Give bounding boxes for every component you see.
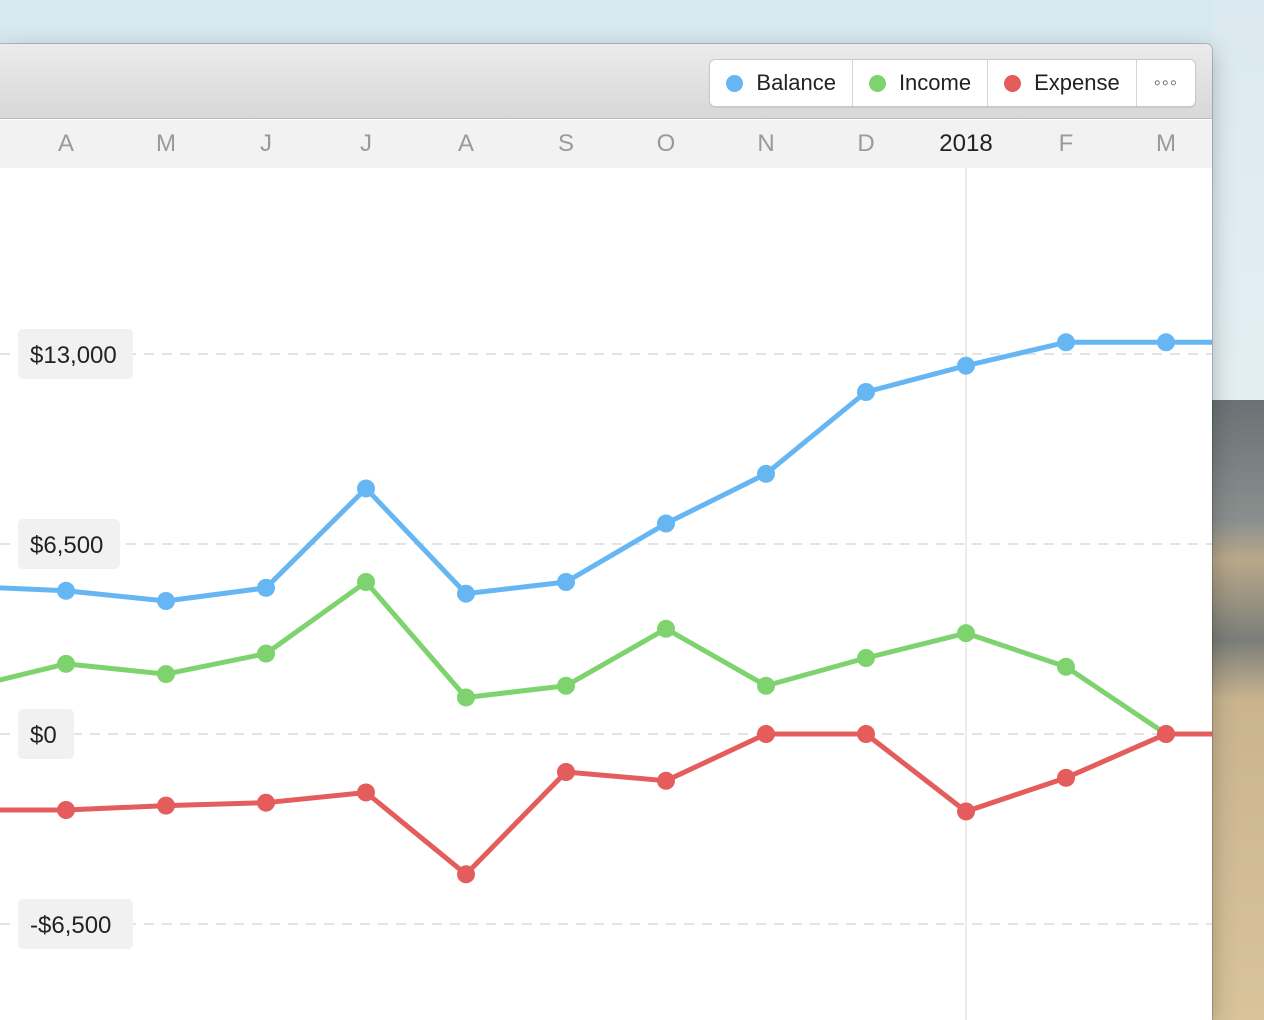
data-point-income bbox=[457, 688, 475, 707]
toggle-expense[interactable]: Expense bbox=[988, 60, 1137, 106]
toggle-balance-label: Balance bbox=[756, 70, 836, 95]
y-tick-label: $0 bbox=[30, 722, 57, 749]
data-point-expense bbox=[957, 802, 975, 821]
data-point-expense bbox=[857, 725, 875, 743]
data-point-balance bbox=[557, 573, 575, 591]
data-point-balance bbox=[1057, 333, 1075, 352]
data-point-balance bbox=[957, 356, 975, 375]
y-tick-label: $6,500 bbox=[30, 532, 103, 559]
timeline-month-bar: A M J J A S O N D 2018 F M bbox=[0, 120, 1212, 168]
data-point-income bbox=[557, 676, 575, 695]
more-options-button[interactable]: ◦◦◦ bbox=[1137, 60, 1195, 106]
window-titlebar: Balance Income Expense ◦◦◦ bbox=[0, 44, 1212, 119]
data-point-balance bbox=[857, 383, 875, 401]
month-label: O bbox=[656, 130, 676, 157]
data-point-expense bbox=[357, 783, 375, 802]
data-point-balance bbox=[457, 584, 475, 603]
data-point-expense bbox=[457, 865, 475, 884]
data-point-balance bbox=[357, 479, 375, 498]
chart-area: $13,000 $6,500 $0 -$6,500 bbox=[0, 168, 1212, 1020]
data-point-income bbox=[57, 654, 75, 673]
data-point-income bbox=[757, 676, 775, 695]
month-label: F bbox=[1058, 130, 1074, 157]
series-line-income bbox=[0, 579, 1169, 737]
month-label: A bbox=[457, 130, 474, 157]
y-tick-label: -$6,500 bbox=[30, 912, 111, 939]
data-point-balance bbox=[1157, 333, 1175, 352]
series-line-expense bbox=[0, 731, 1212, 877]
data-point-expense bbox=[157, 796, 175, 815]
expense-dot-icon bbox=[1004, 74, 1022, 92]
data-point-expense bbox=[1157, 725, 1175, 743]
data-point-income bbox=[957, 624, 975, 643]
desktop-background bbox=[1212, 0, 1264, 1020]
data-point-income bbox=[857, 649, 875, 667]
toggle-expense-label: Expense bbox=[1034, 70, 1120, 95]
data-point-income bbox=[257, 644, 275, 663]
data-point-expense bbox=[1057, 768, 1075, 787]
data-point-income bbox=[157, 665, 175, 684]
month-label: A bbox=[57, 130, 74, 157]
month-label: 2018 bbox=[939, 130, 993, 157]
line-chart: $13,000 $6,500 $0 -$6,500 bbox=[0, 168, 1212, 1020]
series-line-balance bbox=[0, 339, 1212, 604]
series-toggle-control: Balance Income Expense ◦◦◦ bbox=[709, 59, 1196, 107]
data-point-income bbox=[657, 619, 675, 638]
data-point-balance bbox=[257, 578, 275, 597]
data-point-balance bbox=[757, 464, 775, 483]
income-dot-icon bbox=[868, 74, 886, 92]
data-point-balance bbox=[57, 581, 75, 600]
month-label: N bbox=[757, 130, 775, 157]
ellipsis-icon: ◦◦◦ bbox=[1153, 71, 1178, 94]
month-label: J bbox=[260, 130, 272, 157]
toggle-balance[interactable]: Balance bbox=[710, 60, 853, 106]
toggle-income[interactable]: Income bbox=[853, 60, 989, 106]
y-tick-label: $13,000 bbox=[30, 342, 117, 369]
app-window: Balance Income Expense ◦◦◦ A M J J A S O N D 2018… bbox=[0, 44, 1212, 1020]
month-label: J bbox=[360, 130, 372, 157]
toggle-income-label: Income bbox=[898, 70, 972, 95]
data-point-income bbox=[1057, 657, 1075, 676]
data-point-expense bbox=[557, 763, 575, 781]
month-label: D bbox=[857, 130, 875, 157]
month-label: M bbox=[1156, 130, 1176, 157]
data-point-expense bbox=[657, 771, 675, 790]
data-point-income bbox=[357, 573, 375, 591]
data-point-expense bbox=[257, 793, 275, 812]
data-point-expense bbox=[57, 801, 75, 819]
month-label: M bbox=[156, 130, 176, 157]
balance-dot-icon bbox=[726, 74, 744, 92]
data-point-expense bbox=[757, 725, 775, 743]
data-point-balance bbox=[157, 592, 175, 610]
month-label: S bbox=[557, 130, 574, 157]
data-point-balance bbox=[657, 514, 675, 533]
